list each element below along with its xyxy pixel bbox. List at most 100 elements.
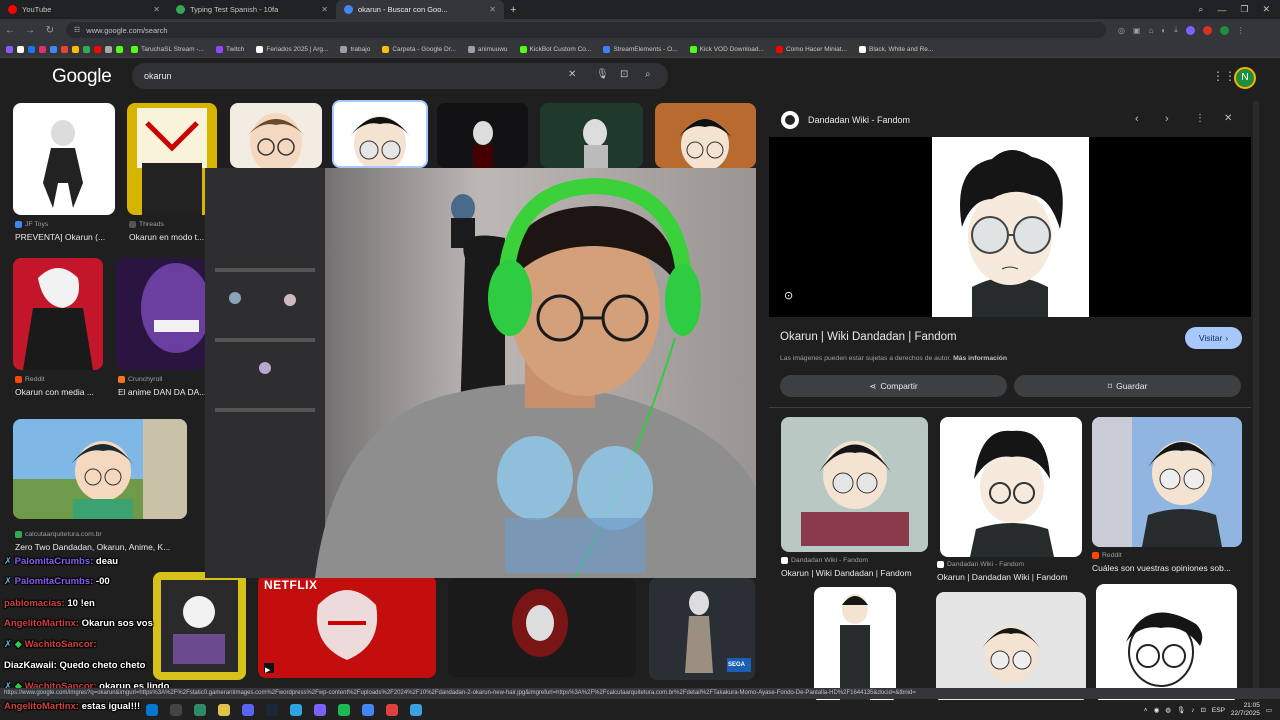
app-icon[interactable] (290, 704, 302, 716)
search-icon[interactable]: ⌕ (645, 69, 651, 80)
app-icon[interactable] (242, 704, 254, 716)
bookmark-item[interactable]: TaruchaSL Stream -... (127, 45, 208, 53)
profile-icon[interactable] (1219, 25, 1229, 35)
clear-icon[interactable]: ✕ (568, 69, 576, 80)
result-title[interactable]: Okarun en modo t... (129, 232, 205, 242)
result-source[interactable]: Crunchyroll (118, 376, 162, 383)
bookmark-item[interactable]: trabajo (336, 45, 374, 53)
result-image[interactable] (153, 572, 246, 680)
panel-site-name[interactable]: Dandadan Wiki - Fandom (808, 115, 910, 125)
extension-icon[interactable]: ⌂ (1149, 26, 1154, 35)
result-image[interactable] (127, 103, 217, 215)
related-image[interactable] (1092, 417, 1242, 547)
close-window-icon[interactable]: ✕ (1262, 4, 1270, 15)
share-button[interactable]: ⋖ Compartir (780, 375, 1007, 397)
more-info-link[interactable]: Más información (953, 355, 1007, 362)
bookmark-item[interactable]: Black, White and Re... (855, 45, 937, 53)
result-title[interactable]: El anime DAN DA DA... (118, 387, 205, 397)
language-indicator[interactable]: ESP (1212, 707, 1225, 714)
search-icon[interactable] (170, 704, 182, 716)
result-image[interactable] (540, 103, 643, 168)
lens-icon[interactable]: ⊡ (620, 69, 628, 80)
related-image[interactable] (936, 592, 1086, 702)
bookmark-icon[interactable] (105, 45, 112, 53)
previous-icon[interactable]: ‹ (1135, 113, 1139, 125)
bookmark-item[interactable]: Kick VOD Download... (686, 45, 768, 53)
chevron-up-icon[interactable]: ˄ (1144, 707, 1148, 714)
result-source[interactable]: calcutaarquitetura.com.br (15, 531, 102, 538)
related-title[interactable]: Cuáles son vuestras opiniones sob... (1092, 563, 1242, 573)
opera-icon[interactable] (386, 704, 398, 716)
result-image[interactable] (437, 103, 528, 168)
result-source[interactable]: JF Toys (15, 221, 48, 228)
tray-icon[interactable]: ◉ (1154, 706, 1160, 714)
result-image[interactable] (13, 258, 103, 370)
spotify-icon[interactable] (338, 704, 350, 716)
bookmark-item[interactable]: animuuwu (464, 45, 512, 53)
bookmark-icon[interactable] (28, 45, 35, 53)
extension-icon[interactable] (1202, 25, 1212, 35)
result-title[interactable]: PREVENTA] Okarun (... (15, 232, 115, 242)
result-source[interactable]: Reddit (15, 376, 45, 383)
preview-image[interactable] (932, 137, 1089, 317)
search-box[interactable]: okarun ✕ 🎙 ⊡ ⌕ (132, 63, 668, 89)
bookmark-icon[interactable] (72, 45, 79, 53)
bookmark-item[interactable]: Twitch (212, 45, 248, 53)
folder-icon[interactable] (218, 704, 230, 716)
lens-search-icon[interactable]: ⊙ (784, 289, 793, 302)
bookmark-icon[interactable] (116, 45, 123, 53)
back-icon[interactable]: ← (0, 25, 20, 36)
related-image[interactable] (814, 587, 896, 702)
chrome-icon[interactable] (362, 704, 374, 716)
tray-icon[interactable]: ◍ (1165, 706, 1171, 714)
bookmark-item[interactable]: Feriados 2025 | Arg... (252, 45, 332, 53)
forward-icon[interactable]: → (20, 25, 40, 36)
bookmark-icon[interactable] (94, 45, 101, 53)
new-tab-button[interactable]: + (504, 4, 522, 16)
related-source[interactable]: Reddit (1092, 552, 1122, 559)
tab-typing-test[interactable]: Typing Test Spanish - 10fa ✕ (168, 0, 336, 19)
steam-icon[interactable] (266, 704, 278, 716)
app-icon[interactable] (410, 704, 422, 716)
result-image[interactable] (13, 103, 115, 215)
bookmark-item[interactable]: KickBot Custom Co... (516, 45, 596, 53)
search-input[interactable]: okarun (144, 71, 172, 81)
panel-scrollbar[interactable] (1253, 102, 1259, 700)
related-source[interactable]: Dandadan Wiki - Fandom (937, 561, 1024, 568)
speaker-icon[interactable]: ♪ (1191, 707, 1194, 714)
result-image[interactable] (230, 103, 322, 168)
site-info-icon[interactable]: ☷ (74, 26, 80, 34)
clock[interactable]: 21:05 22/7/2025 (1231, 702, 1260, 718)
more-options-icon[interactable]: ⋮ (1195, 113, 1205, 124)
next-icon[interactable]: › (1165, 113, 1169, 125)
extension-icon[interactable]: ▣ (1133, 26, 1141, 35)
notifications-icon[interactable]: ▭ (1266, 706, 1272, 714)
result-image-selected[interactable] (332, 100, 428, 168)
result-source[interactable]: Threads (129, 221, 164, 228)
save-button[interactable]: ⌑ Guardar (1014, 375, 1241, 397)
microphone-icon[interactable]: 🎙 (596, 69, 609, 80)
panel-title[interactable]: Okarun | Wiki Dandadan | Fandom (780, 331, 957, 343)
visit-button[interactable]: Visitar › (1185, 327, 1242, 349)
related-source[interactable]: Dandadan Wiki - Fandom (781, 557, 868, 564)
maximize-icon[interactable]: ❐ (1240, 4, 1248, 15)
search-tabs-icon[interactable]: ⌕ (1198, 4, 1203, 15)
result-title[interactable]: Okarun con media ... (15, 387, 103, 397)
result-title[interactable]: Zero Two Dandadan, Okarun, Anime, K... (15, 542, 185, 552)
bookmark-item[interactable]: StreamElements - O... (599, 45, 681, 53)
related-image[interactable] (1096, 584, 1237, 702)
extension-icon[interactable]: ◎ (1118, 26, 1125, 35)
related-image[interactable] (940, 417, 1082, 557)
windows-start-icon[interactable] (146, 704, 158, 716)
result-image[interactable] (448, 578, 636, 677)
bookmark-item[interactable]: Como Hacer Miniat... (772, 45, 851, 53)
microphone-icon[interactable]: 🎙 (1177, 706, 1185, 714)
result-image[interactable] (13, 419, 187, 519)
bookmark-icon[interactable] (6, 45, 13, 53)
menu-icon[interactable]: ⋮ (1237, 26, 1245, 35)
related-title[interactable]: Okarun | Dandadan Wiki | Fandom (937, 572, 1087, 582)
result-image[interactable] (116, 258, 205, 370)
tab-youtube[interactable]: YouTube ✕ (0, 0, 168, 19)
related-title[interactable]: Okarun | Wiki Dandadan | Fandom (781, 568, 931, 578)
close-panel-icon[interactable]: ✕ (1224, 113, 1232, 124)
